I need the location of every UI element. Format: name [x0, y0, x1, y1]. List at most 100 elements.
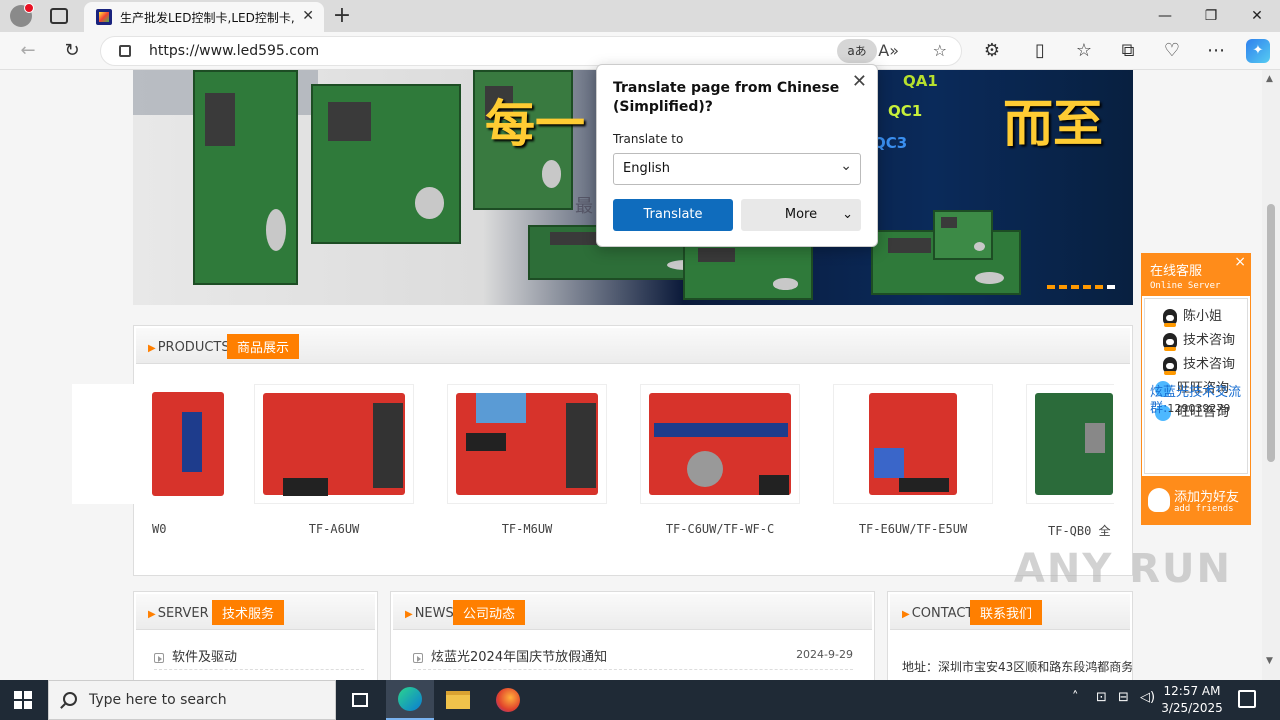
- product-card[interactable]: W0: [72, 384, 232, 536]
- service-close-icon[interactable]: ×: [1234, 254, 1246, 270]
- task-view-icon[interactable]: [336, 680, 384, 720]
- more-button[interactable]: More ⌄: [741, 199, 861, 231]
- favorites-icon[interactable]: ☆: [1072, 39, 1096, 63]
- pager-dot[interactable]: [1047, 285, 1055, 289]
- pager-dot[interactable]: [1059, 285, 1067, 289]
- pcb-header: [899, 478, 949, 492]
- pager-dot-active[interactable]: [1107, 285, 1115, 289]
- product-name[interactable]: TF-QB0 全: [1026, 522, 1114, 539]
- product-name[interactable]: TF-A6UW: [254, 522, 414, 536]
- performance-icon[interactable]: ♡: [1160, 39, 1184, 63]
- banner-board-image: [683, 240, 813, 300]
- read-aloud-icon[interactable]: A»: [878, 41, 899, 60]
- product-card[interactable]: TF-A6UW: [254, 384, 414, 536]
- pager-dot[interactable]: [1071, 285, 1079, 289]
- product-card[interactable]: TF-C6UW/TF-WF-C: [640, 384, 800, 536]
- scroll-up-icon[interactable]: ▲: [1266, 74, 1273, 84]
- product-image[interactable]: [447, 384, 607, 504]
- pcb-graphic: [869, 393, 957, 495]
- taskbar-search[interactable]: Type here to search: [48, 680, 336, 720]
- collections-icon[interactable]: ⧉: [1116, 39, 1140, 63]
- more-menu-icon[interactable]: ⋯: [1204, 39, 1228, 63]
- edge-taskbar-icon[interactable]: [386, 680, 434, 720]
- lock-icon[interactable]: [119, 45, 131, 57]
- more-button-label: More: [784, 207, 818, 222]
- tab-bar: 生产批发LED控制卡,LED控制卡,G ✕ + — ❐ ✕: [0, 0, 1280, 32]
- restore-icon[interactable]: ❐: [1188, 0, 1234, 32]
- tab-actions-icon[interactable]: [50, 8, 68, 24]
- scroll-thumb[interactable]: [1267, 204, 1275, 462]
- profile-avatar-icon[interactable]: [10, 3, 34, 27]
- section-title-zh: 商品展示: [227, 334, 300, 359]
- product-card[interactable]: TF-E6UW/TF-E5UW: [833, 384, 993, 536]
- tray-device-icon[interactable]: ⊡: [1096, 690, 1107, 705]
- chevron-down-icon: ⌄: [840, 158, 852, 174]
- target-language-select[interactable]: English ⌄: [613, 153, 861, 185]
- search-placeholder[interactable]: Type here to search: [89, 692, 227, 708]
- copilot-icon[interactable]: ✦: [1246, 39, 1270, 63]
- pcb-module: [476, 393, 526, 423]
- qq-agent[interactable]: 技术咨询: [1163, 353, 1262, 375]
- banner-tag: QC3: [873, 134, 908, 152]
- server-list-item[interactable]: 软件及驱动: [154, 646, 364, 670]
- add-friend-sublabel: add friends: [1174, 504, 1234, 514]
- windows-start-icon[interactable]: [14, 691, 32, 709]
- service-group[interactable]: 炫蓝光技术交流群:129039279: [1150, 385, 1250, 417]
- product-name[interactable]: TF-E6UW/TF-E5UW: [833, 522, 993, 536]
- network-icon[interactable]: ⊟: [1118, 690, 1129, 705]
- minimize-icon[interactable]: —: [1142, 0, 1188, 32]
- product-image[interactable]: [640, 384, 800, 504]
- split-screen-icon[interactable]: ▯: [1028, 39, 1052, 63]
- product-image[interactable]: [254, 384, 414, 504]
- product-image[interactable]: [72, 384, 232, 504]
- pager-dot[interactable]: [1083, 285, 1091, 289]
- pcb-graphic: [152, 392, 224, 496]
- banner-tag: QC1: [888, 102, 923, 120]
- service-header: 在线客服 Online Server ×: [1142, 254, 1250, 296]
- qq-agent[interactable]: 陈小姐: [1163, 305, 1262, 327]
- scroll-down-icon[interactable]: ▼: [1266, 656, 1273, 666]
- product-name[interactable]: TF-M6UW: [447, 522, 607, 536]
- popup-close-icon[interactable]: ✕: [852, 71, 867, 92]
- tab-close-icon[interactable]: ✕: [302, 8, 314, 24]
- translate-icon[interactable]: aあ: [837, 39, 877, 63]
- tab-title: 生产批发LED控制卡,LED控制卡,G: [120, 10, 295, 25]
- target-language-value: English: [623, 161, 670, 176]
- new-tab-icon[interactable]: +: [330, 4, 354, 28]
- pcb-header: [566, 403, 596, 488]
- product-image[interactable]: [833, 384, 993, 504]
- product-name[interactable]: TF-C6UW/TF-WF-C: [640, 522, 800, 536]
- favorite-star-icon[interactable]: ☆: [933, 41, 947, 60]
- qq-agent[interactable]: 技术咨询: [1163, 329, 1262, 351]
- product-card[interactable]: TF-QB0 全: [1026, 384, 1114, 539]
- url-text[interactable]: https://www.led595.com: [149, 43, 319, 59]
- close-window-icon[interactable]: ✕: [1234, 0, 1280, 32]
- back-icon[interactable]: ←: [16, 39, 40, 63]
- page-scrollbar[interactable]: ▲ ▼: [1262, 70, 1280, 680]
- news-list-item[interactable]: 炫蓝光2024年国庆节放假通知 2024-9-29: [413, 646, 853, 670]
- notification-icon[interactable]: [1238, 690, 1256, 708]
- pcb-header: [182, 412, 202, 472]
- site-favicon-icon: [96, 9, 112, 25]
- url-field[interactable]: https://www.led595.com aあ A» ☆: [100, 36, 962, 66]
- extensions-icon[interactable]: ⚙: [980, 39, 1004, 63]
- system-clock[interactable]: 12:57 AM 3/25/2025: [1152, 683, 1232, 717]
- pager-dot[interactable]: [1095, 285, 1103, 289]
- active-tab[interactable]: 生产批发LED控制卡,LED控制卡,G ✕: [84, 2, 324, 32]
- tray-overflow-icon[interactable]: ˄: [1072, 690, 1079, 705]
- pcb-terminal: [283, 478, 328, 496]
- news-date: 2024-9-29: [796, 648, 853, 661]
- product-name[interactable]: W0: [72, 522, 232, 536]
- pcb-module: [874, 448, 904, 478]
- news-header: NEWS 公司动态: [393, 594, 872, 630]
- firefox-icon[interactable]: [484, 680, 532, 720]
- product-image[interactable]: [1026, 384, 1114, 504]
- clock-time: 12:57 AM: [1163, 684, 1221, 698]
- add-friend-label[interactable]: 添加为好友: [1174, 486, 1239, 505]
- server-header: SERVER 技术服务: [136, 594, 375, 630]
- add-friend-button[interactable]: 添加为好友 add friends: [1142, 476, 1250, 524]
- product-card[interactable]: TF-M6UW: [447, 384, 607, 536]
- file-explorer-icon[interactable]: [434, 680, 482, 720]
- translate-button[interactable]: Translate: [613, 199, 733, 231]
- refresh-icon[interactable]: ↻: [60, 39, 84, 63]
